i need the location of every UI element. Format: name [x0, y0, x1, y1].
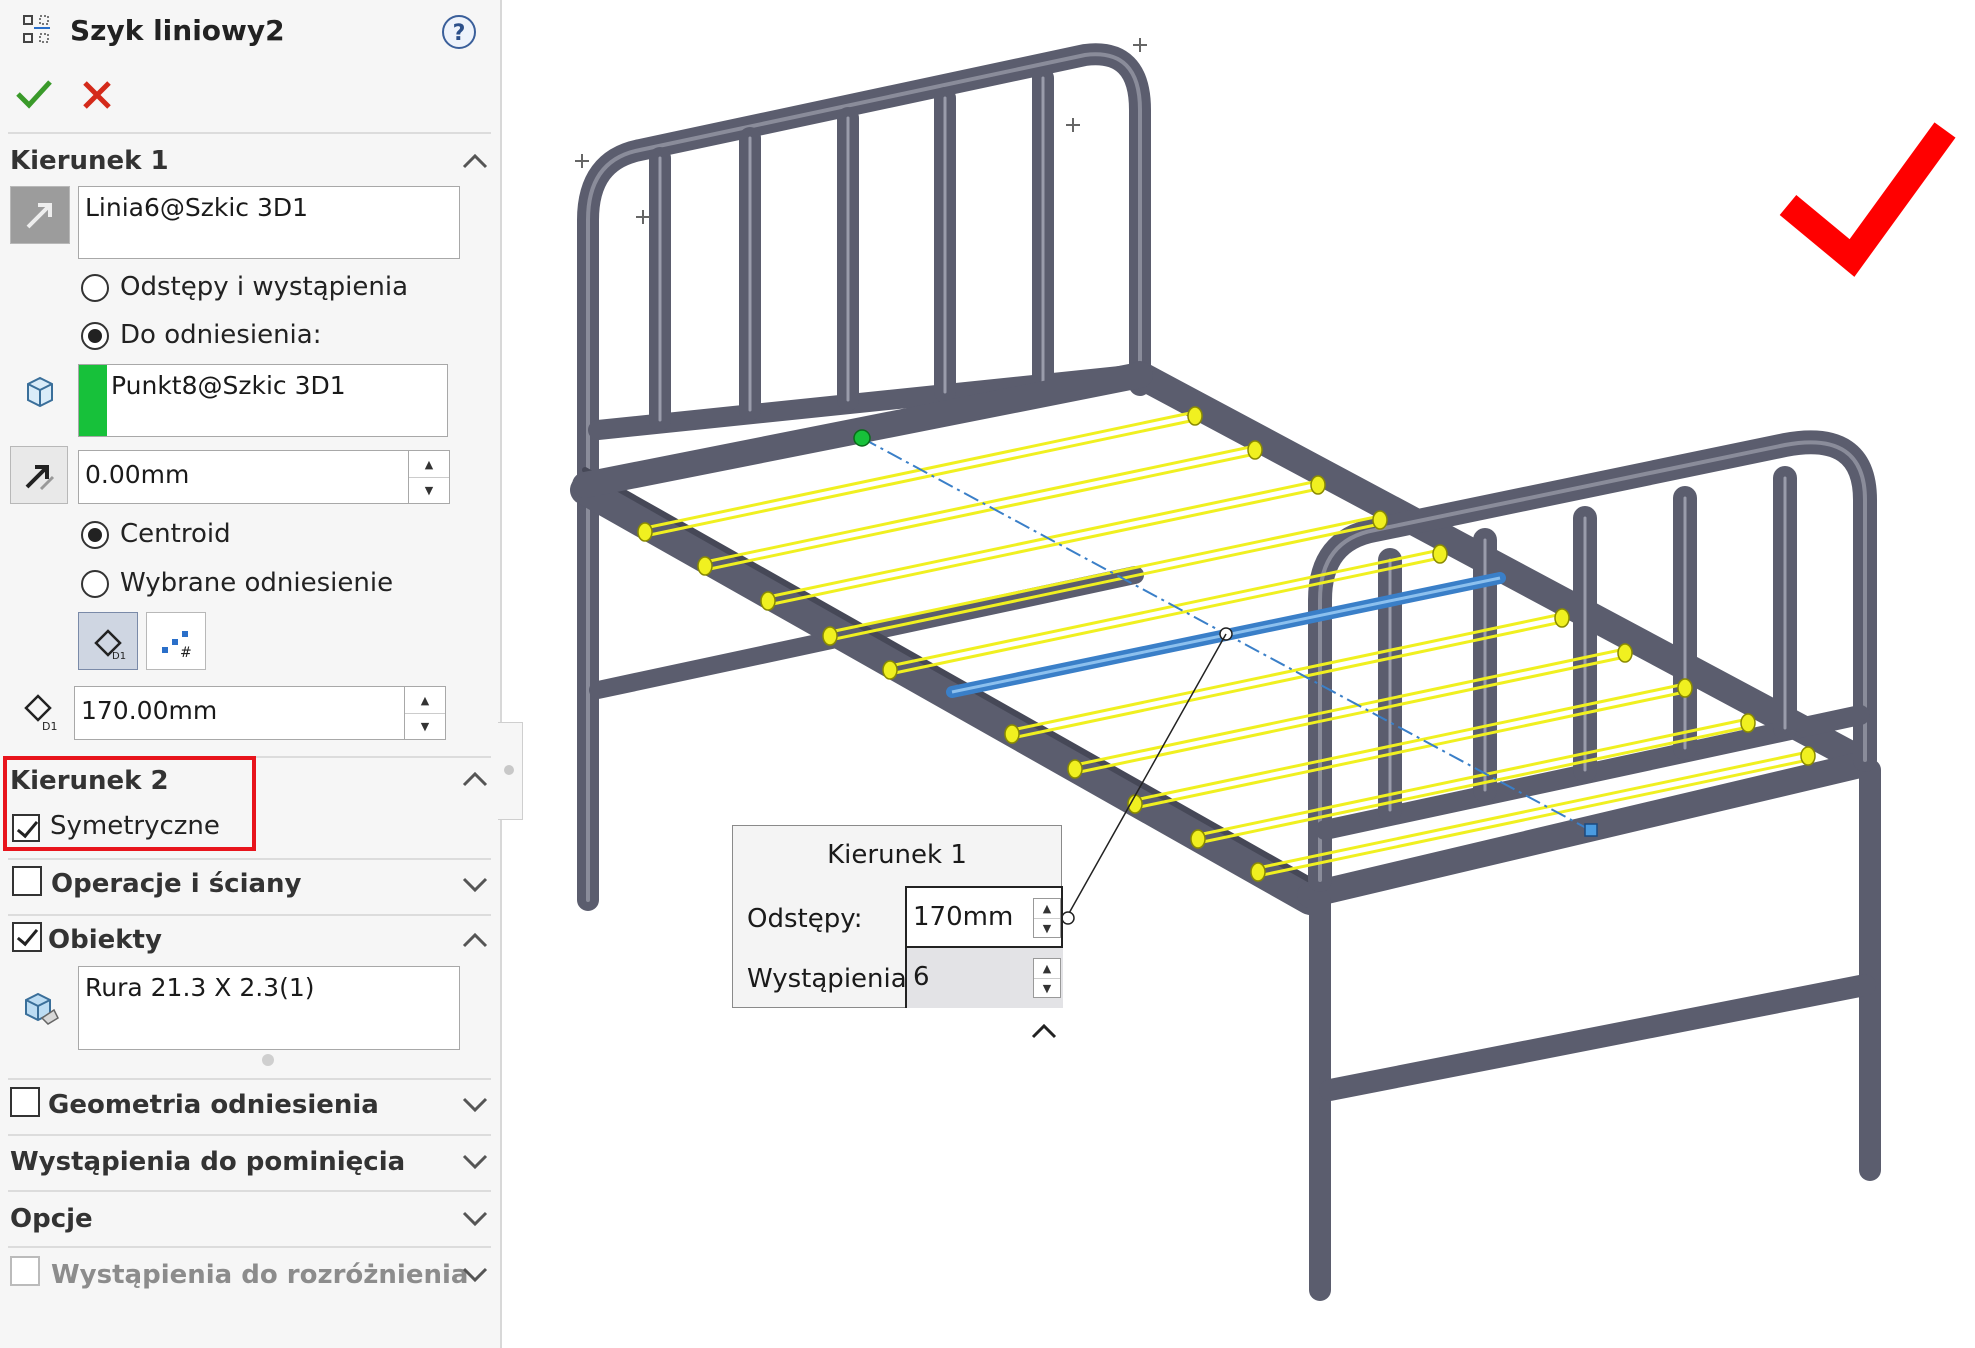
to-reference-label: Do odniesienia: — [120, 320, 322, 350]
reverse-direction-icon — [25, 465, 55, 491]
instances-to-skip-header[interactable]: Wystąpienia do pominięcia — [10, 1147, 405, 1177]
reference-point-text: Punkt8@Szkic 3D1 — [111, 371, 346, 400]
chevron-up-icon[interactable] — [461, 929, 489, 951]
dimension-icon: D1 — [94, 629, 126, 661]
direction2-header[interactable]: Kierunek 2 — [10, 766, 169, 796]
reference-geometry-checkbox[interactable] — [10, 1087, 40, 1117]
features-faces-header[interactable]: Operacje i ściany — [51, 869, 302, 899]
ok-button[interactable] — [14, 76, 54, 112]
popup-instances-value: 6 — [913, 962, 930, 992]
list-resize-grip[interactable] — [262, 1054, 274, 1066]
spacing-stepper[interactable]: ▲ ▼ — [404, 687, 445, 739]
features-faces-checkbox[interactable] — [12, 866, 42, 896]
chevron-down-icon[interactable] — [461, 874, 489, 896]
help-icon[interactable]: ? — [441, 14, 477, 50]
chevron-down-icon[interactable] — [461, 1151, 489, 1173]
stepper-up-icon[interactable]: ▲ — [1034, 959, 1060, 978]
bed-model — [570, 43, 1881, 1301]
selected-reference-label: Wybrane odniesienie — [120, 568, 394, 598]
stepper-down-icon[interactable]: ▼ — [1034, 978, 1060, 997]
stepper-down-icon[interactable]: ▼ — [1034, 918, 1060, 937]
reference-marker — [79, 365, 107, 436]
offset-direction-button[interactable] — [10, 446, 68, 504]
linear-pattern-icon — [22, 14, 54, 48]
chevron-down-icon[interactable] — [461, 1094, 489, 1116]
solid-body-icon — [20, 988, 60, 1028]
svg-text:D1: D1 — [112, 651, 126, 661]
popup-spacing-input[interactable]: 170mm ▲ ▼ — [905, 886, 1063, 948]
chevron-down-icon[interactable] — [461, 1264, 489, 1286]
selected-reference-radio[interactable] — [81, 570, 109, 598]
end-point-marker[interactable] — [1584, 823, 1598, 837]
direction1-popup: Kierunek 1 Odstępy: 170mm ▲ ▼ Wystąpienia… — [732, 825, 1063, 1008]
bodies-header[interactable]: Obiekty — [48, 925, 162, 955]
popup-instances-label: Wystąpienia: — [747, 964, 916, 994]
offset-stepper[interactable]: ▲ ▼ — [408, 451, 449, 503]
spacing-dimension-icon: D1 — [20, 688, 60, 733]
stepper-up-icon[interactable]: ▲ — [409, 451, 449, 477]
leader-end-marker — [1061, 911, 1075, 925]
popup-title: Kierunek 1 — [827, 840, 967, 870]
to-reference-radio[interactable] — [81, 322, 109, 350]
pattern-table-icon: # — [162, 631, 192, 661]
centroid-radio[interactable] — [81, 521, 109, 549]
direction-arrow-button[interactable] — [10, 186, 70, 244]
spacing-input[interactable]: 170.00mm — [74, 686, 446, 740]
instances-to-vary-checkbox — [10, 1256, 40, 1286]
stepper-down-icon[interactable]: ▼ — [405, 713, 445, 739]
svg-text:?: ? — [453, 21, 466, 46]
chevron-down-icon[interactable] — [461, 1208, 489, 1230]
options-header[interactable]: Opcje — [10, 1204, 93, 1234]
stepper-down-icon[interactable]: ▼ — [409, 477, 449, 503]
arrow-icon — [26, 203, 52, 229]
graphics-viewport[interactable] — [502, 0, 1975, 1348]
spacing-instances-radio[interactable] — [81, 274, 109, 302]
reference-geometry-header[interactable]: Geometria odniesienia — [48, 1090, 379, 1120]
cancel-button[interactable] — [80, 78, 114, 112]
instances-to-vary-header: Wystąpienia do rozróżnienia — [51, 1260, 469, 1290]
svg-text:D1: D1 — [42, 720, 57, 732]
big-red-check-icon — [1779, 122, 1956, 277]
property-manager-panel: Szyk liniowy2 ? Kierunek 1 Linia6@Szkic … — [0, 0, 523, 1348]
bodies-list[interactable]: Rura 21.3 X 2.3(1) — [78, 966, 460, 1050]
reference-point-field[interactable]: Punkt8@Szkic 3D1 — [78, 364, 448, 437]
symmetric-label: Symetryczne — [50, 811, 220, 841]
popup-spacing-value: 170mm — [913, 902, 1014, 932]
spacing-instances-label: Odstępy i wystąpienia — [120, 272, 409, 302]
popup-spacing-stepper[interactable]: ▲ ▼ — [1033, 898, 1061, 938]
dimension-mode-button[interactable]: D1 — [78, 612, 138, 670]
stepper-up-icon[interactable]: ▲ — [405, 687, 445, 713]
direction-reference-field[interactable]: Linia6@Szkic 3D1 — [78, 186, 460, 259]
checkmark-icon — [16, 80, 52, 109]
centroid-label: Centroid — [120, 519, 231, 549]
reference-point-marker[interactable] — [853, 429, 871, 447]
popup-spacing-label: Odstępy: — [747, 904, 863, 934]
svg-text:#: # — [180, 645, 192, 661]
chevron-up-icon[interactable] — [461, 768, 489, 790]
bodies-checkbox[interactable] — [12, 922, 42, 952]
table-mode-button[interactable]: # — [146, 612, 206, 670]
chevron-up-icon[interactable] — [461, 150, 489, 172]
popup-instances-input[interactable]: 6 ▲ ▼ — [905, 948, 1063, 1008]
cube-reference-icon — [22, 374, 58, 410]
panel-title: Szyk liniowy2 — [70, 14, 285, 47]
popup-instances-stepper[interactable]: ▲ ▼ — [1033, 958, 1061, 998]
symmetric-checkbox[interactable] — [12, 814, 40, 842]
offset-input[interactable]: 0.00mm — [78, 450, 450, 504]
stepper-up-icon[interactable]: ▲ — [1034, 899, 1060, 918]
close-icon — [83, 81, 111, 109]
popup-collapse-chevron-icon[interactable] — [1030, 1020, 1058, 1042]
direction1-header[interactable]: Kierunek 1 — [10, 146, 169, 176]
